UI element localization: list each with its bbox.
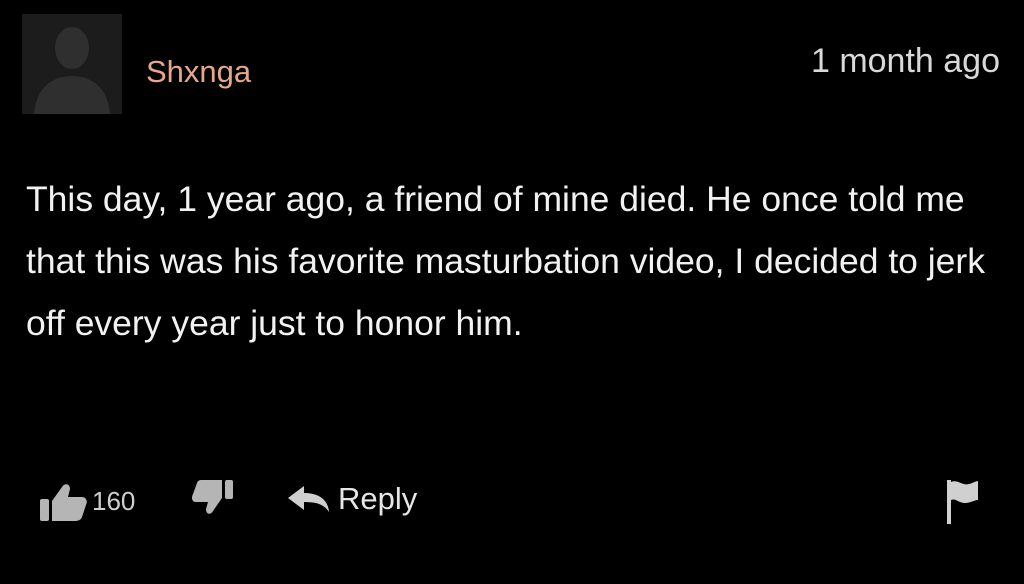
avatar[interactable] (22, 14, 122, 114)
flag-button[interactable] (944, 478, 980, 531)
comment: Shxnga 1 month ago This day, 1 year ago,… (0, 0, 1024, 584)
reply-label: Reply (338, 481, 418, 516)
like-button[interactable]: 160 (38, 478, 135, 524)
dislike-button[interactable] (192, 478, 234, 523)
flag-icon (947, 480, 978, 524)
default-avatar-icon (22, 14, 122, 114)
like-count: 160 (92, 485, 136, 516)
thumbs-down-icon (192, 480, 233, 514)
thumbs-up-icon (40, 484, 87, 521)
comment-timestamp: 1 month ago (810, 42, 1000, 80)
comment-body: This day, 1 year ago, a friend of mine d… (26, 179, 985, 343)
comment-actions: 160 Reply (0, 470, 1024, 530)
comment-author-link[interactable]: Shxnga (146, 52, 251, 92)
reply-button[interactable]: Reply (286, 476, 417, 522)
reply-arrow-icon (288, 486, 329, 512)
